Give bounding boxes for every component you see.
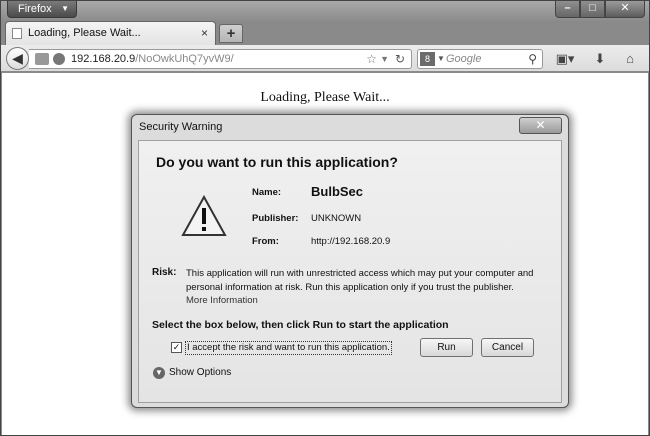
- bookmarks-menu-icon[interactable]: ▣▾: [553, 50, 577, 68]
- close-tab-icon[interactable]: ×: [201, 22, 208, 45]
- firefox-menu-button[interactable]: Firefox ▼: [7, 1, 77, 18]
- dialog-question: Do you want to run this application?: [156, 154, 398, 170]
- title-bar: Firefox ▼ – □ ✕: [1, 1, 649, 21]
- search-engine-icon[interactable]: 8: [420, 52, 435, 66]
- address-bar[interactable]: 192.168.20.9/NoOwkUhQ7yvW9/ ☆ ▼ ↻: [29, 49, 412, 69]
- tab-loading[interactable]: Loading, Please Wait... ×: [5, 21, 216, 45]
- publisher-value: UNKNOWN: [311, 213, 362, 224]
- search-box[interactable]: 8 ▼ Google ⚲: [417, 49, 543, 69]
- dialog-close-button[interactable]: ✕: [519, 117, 562, 134]
- publisher-label: Publisher:: [252, 213, 299, 224]
- search-placeholder: Google: [446, 53, 482, 65]
- warning-icon: [181, 195, 227, 236]
- back-button[interactable]: ◀: [6, 47, 29, 70]
- chevron-down-icon[interactable]: ▼: [153, 367, 165, 379]
- search-icon[interactable]: ⚲: [528, 50, 537, 68]
- reload-icon[interactable]: ↻: [395, 50, 405, 68]
- url-path: /NoOwkUhQ7yvW9/: [135, 53, 234, 65]
- tab-title: Loading, Please Wait...: [28, 27, 141, 39]
- url-host: 192.168.20.9: [71, 53, 136, 65]
- globe-icon: [53, 53, 65, 65]
- more-information-link[interactable]: More Information: [186, 295, 258, 306]
- dialog-body: Do you want to run this application? Nam…: [138, 140, 562, 403]
- instruction-text: Select the box below, then click Run to …: [152, 319, 449, 331]
- new-tab-button[interactable]: +: [219, 24, 243, 43]
- loading-text: Loading, Please Wait...: [260, 90, 390, 105]
- maximize-button[interactable]: □: [580, 1, 605, 18]
- page-icon: [12, 28, 22, 39]
- navigation-bar: ◀ 192.168.20.9/NoOwkUhQ7yvW9/ ☆ ▼ ↻ 8 ▼ …: [1, 45, 649, 72]
- risk-text: This application will run with unrestric…: [186, 268, 534, 293]
- show-options-toggle[interactable]: Show Options: [169, 367, 231, 378]
- accept-risk-label[interactable]: I accept the risk and want to run this a…: [185, 341, 392, 355]
- accept-risk-checkbox[interactable]: ✓: [171, 342, 182, 353]
- firefox-menu-label: Firefox: [18, 3, 52, 15]
- from-label: From:: [252, 236, 279, 247]
- search-engine-dropdown-icon[interactable]: ▼: [437, 50, 445, 68]
- bookmark-star-icon[interactable]: ☆: [366, 50, 377, 68]
- risk-label: Risk:: [152, 267, 177, 278]
- minimize-button[interactable]: –: [555, 1, 580, 18]
- name-value: BulbSec: [311, 184, 364, 199]
- back-arrow-icon: ◀: [12, 50, 23, 66]
- url-text[interactable]: 192.168.20.9/NoOwkUhQ7yvW9/: [71, 50, 234, 68]
- chevron-down-icon: ▼: [61, 4, 69, 13]
- dialog-title: Security Warning: [139, 121, 223, 133]
- run-button[interactable]: Run: [420, 338, 473, 357]
- cancel-button[interactable]: Cancel: [481, 338, 534, 357]
- download-icon[interactable]: ⬇: [591, 50, 609, 68]
- close-window-button[interactable]: ✕: [605, 1, 645, 18]
- history-dropdown-icon[interactable]: ▼: [380, 50, 389, 68]
- site-identity-icon[interactable]: [35, 53, 49, 65]
- home-icon[interactable]: ⌂: [621, 50, 639, 68]
- security-warning-dialog: Security Warning ✕ Do you want to run th…: [131, 114, 569, 408]
- from-value: http://192.168.20.9: [311, 236, 391, 247]
- window-controls: – □ ✕: [555, 1, 645, 18]
- name-label: Name:: [252, 187, 282, 198]
